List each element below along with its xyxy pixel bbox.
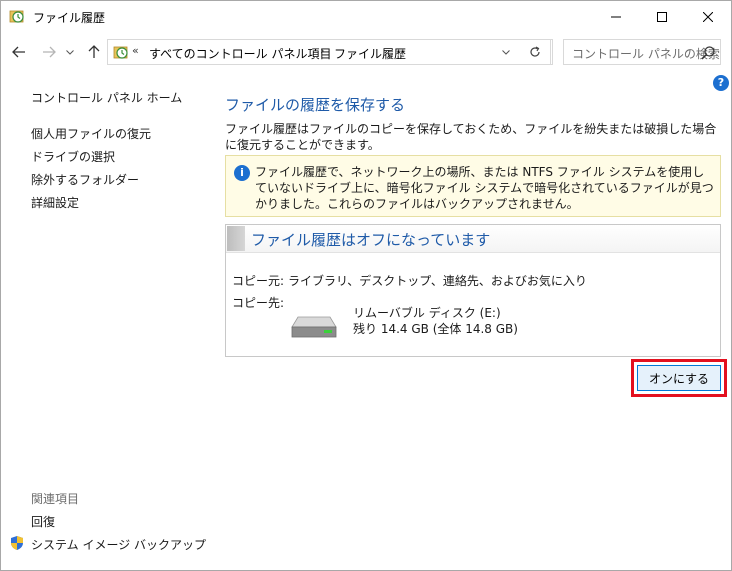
overflow-chevron[interactable]: « <box>132 44 139 57</box>
sidebar-link-advanced-settings[interactable]: 詳細設定 <box>31 194 79 211</box>
file-history-icon <box>9 10 24 23</box>
sidebar-link-restore-files[interactable]: 個人用ファイルの復元 <box>31 125 151 142</box>
breadcrumb-file-history[interactable]: ファイル履歴 <box>334 45 406 62</box>
forward-button[interactable] <box>39 42 59 62</box>
search-input[interactable]: コントロール パネルの検索 <box>563 39 721 65</box>
close-button[interactable] <box>685 1 731 32</box>
search-icon <box>701 46 715 60</box>
info-banner: i ファイル履歴で、ネットワーク上の場所、または NTFS ファイル システムを… <box>225 155 721 217</box>
maximize-icon <box>657 11 667 22</box>
arrow-right-icon <box>43 46 56 58</box>
refresh-icon <box>529 46 540 57</box>
status-header: ファイル履歴はオフになっています <box>226 225 720 253</box>
drive-name: リムーバブル ディスク (E:) <box>353 306 501 320</box>
address-bar[interactable]: « すべてのコントロール パネル項目 › ファイル履歴 <box>107 39 553 65</box>
minimize-icon <box>611 16 621 17</box>
copy-from-label: コピー元: <box>232 274 285 288</box>
search-placeholder: コントロール パネルの検索 <box>572 47 720 61</box>
recent-locations-button[interactable] <box>63 42 77 62</box>
status-indicator <box>227 226 245 251</box>
info-text: ファイル履歴で、ネットワーク上の場所、または NTFS ファイル システムを使用… <box>255 165 714 211</box>
window-title: ファイル履歴 <box>33 11 106 25</box>
title-bar[interactable]: ファイル履歴 <box>1 1 731 32</box>
arrow-up-icon <box>88 45 100 58</box>
file-history-icon <box>113 46 128 59</box>
status-title: ファイル履歴はオフになっています <box>251 231 491 249</box>
copy-to-label: コピー先: <box>232 296 285 310</box>
breadcrumb-separator[interactable]: › <box>320 44 324 57</box>
sidebar-link-control-panel-home[interactable]: コントロール パネル ホーム <box>31 89 182 106</box>
refresh-button[interactable] <box>519 39 551 65</box>
address-history-button[interactable] <box>498 44 514 60</box>
file-history-window: ファイル履歴 « すべてのコントロール パネル項目 › ファイル履歴 コントロー… <box>0 0 732 571</box>
close-icon <box>703 11 713 22</box>
info-icon: i <box>234 165 250 181</box>
chevron-down-icon <box>66 49 74 55</box>
minimize-button[interactable] <box>593 1 639 32</box>
navigation-bar: « すべてのコントロール パネル項目 › ファイル履歴 コントロール パネルの検… <box>1 32 731 72</box>
copy-from-value: ライブラリ、デスクトップ、連絡先、およびお気に入り <box>288 274 587 288</box>
help-icon[interactable]: ? <box>713 75 729 91</box>
sidebar-link-select-drive[interactable]: ドライブの選択 <box>31 148 115 165</box>
status-panel: ファイル履歴はオフになっています コピー元: ライブラリ、デスクトップ、連絡先、… <box>225 224 721 357</box>
shield-icon <box>11 536 23 550</box>
sidebar-link-system-image-backup[interactable]: システム イメージ バックアップ <box>31 536 206 553</box>
page-description: ファイル履歴はファイルのコピーを保存しておくため、ファイルを紛失または破損した場… <box>225 122 717 152</box>
up-button[interactable] <box>84 42 104 62</box>
sidebar-link-exclude-folders[interactable]: 除外するフォルダー <box>31 171 139 188</box>
drive-free-space: 残り 14.4 GB (全体 14.8 GB) <box>353 322 518 336</box>
chevron-down-icon <box>502 49 510 55</box>
removable-drive-icon <box>291 316 337 338</box>
sidebar-related-header: 関連項目 <box>31 492 80 506</box>
back-button[interactable] <box>9 42 29 62</box>
maximize-button[interactable] <box>639 1 685 32</box>
sidebar-link-recovery[interactable]: 回復 <box>31 513 55 530</box>
arrow-left-icon <box>12 46 25 58</box>
breadcrumb-all-control-panel[interactable]: すべてのコントロール パネル項目 <box>149 45 332 62</box>
page-title: ファイルの履歴を保存する <box>225 96 406 114</box>
turn-on-button[interactable]: オンにする <box>637 365 721 391</box>
